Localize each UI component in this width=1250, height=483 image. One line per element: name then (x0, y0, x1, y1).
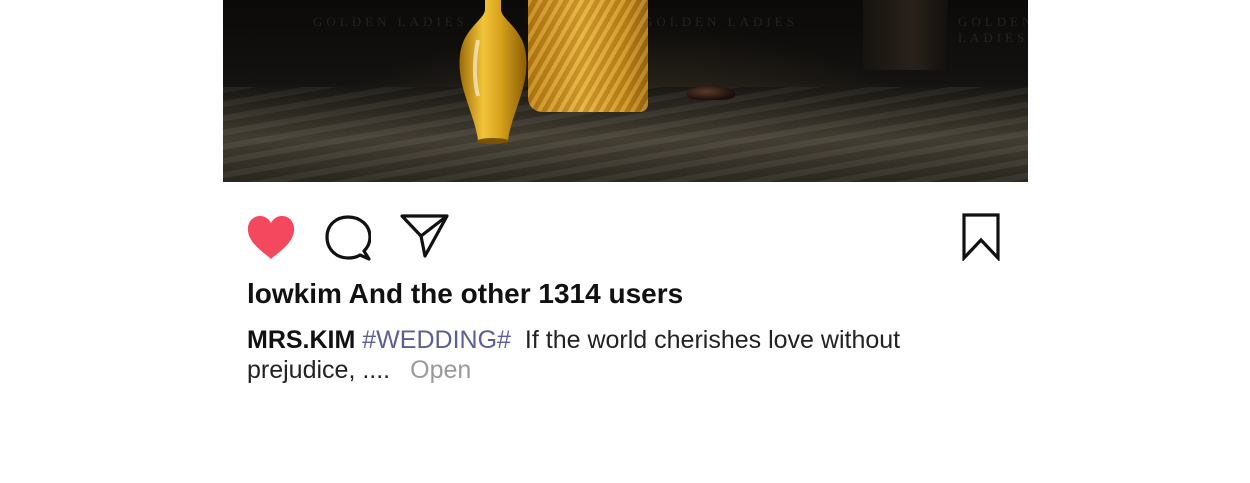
likes-count-text[interactable]: lowkim And the other 1314 users (247, 278, 683, 310)
heart-icon[interactable] (246, 215, 296, 266)
post-action-bar (223, 205, 1028, 269)
send-icon[interactable] (400, 213, 450, 264)
photo-figure-dress (528, 0, 648, 112)
post-caption: MRS.KIM #WEDDING# If the world cherishes … (247, 325, 947, 385)
photo-watermark: GOLDEN LADIES (643, 14, 798, 29)
photo-vase (459, 0, 527, 144)
bookmark-icon[interactable] (961, 213, 1001, 266)
photo-figure-robe (863, 0, 948, 70)
caption-text-line1: If the world cherishes love without (524, 326, 901, 354)
post-photo[interactable]: GOLDEN LADIES GOLDEN LADIES GOLDEN LADIE… (223, 0, 1028, 182)
photo-watermark: GOLDEN LADIES (313, 14, 468, 29)
photo-figure-shoe (687, 86, 735, 100)
caption-text-line2: prejudice, .... (247, 356, 391, 384)
caption-username[interactable]: MRS.KIM (247, 326, 355, 354)
caption-open-link[interactable]: Open (410, 356, 471, 384)
photo-watermark: GOLDEN LADIES (958, 14, 1028, 45)
comment-bubble-icon[interactable] (325, 215, 372, 266)
caption-hashtag[interactable]: #WEDDING# (362, 326, 511, 354)
